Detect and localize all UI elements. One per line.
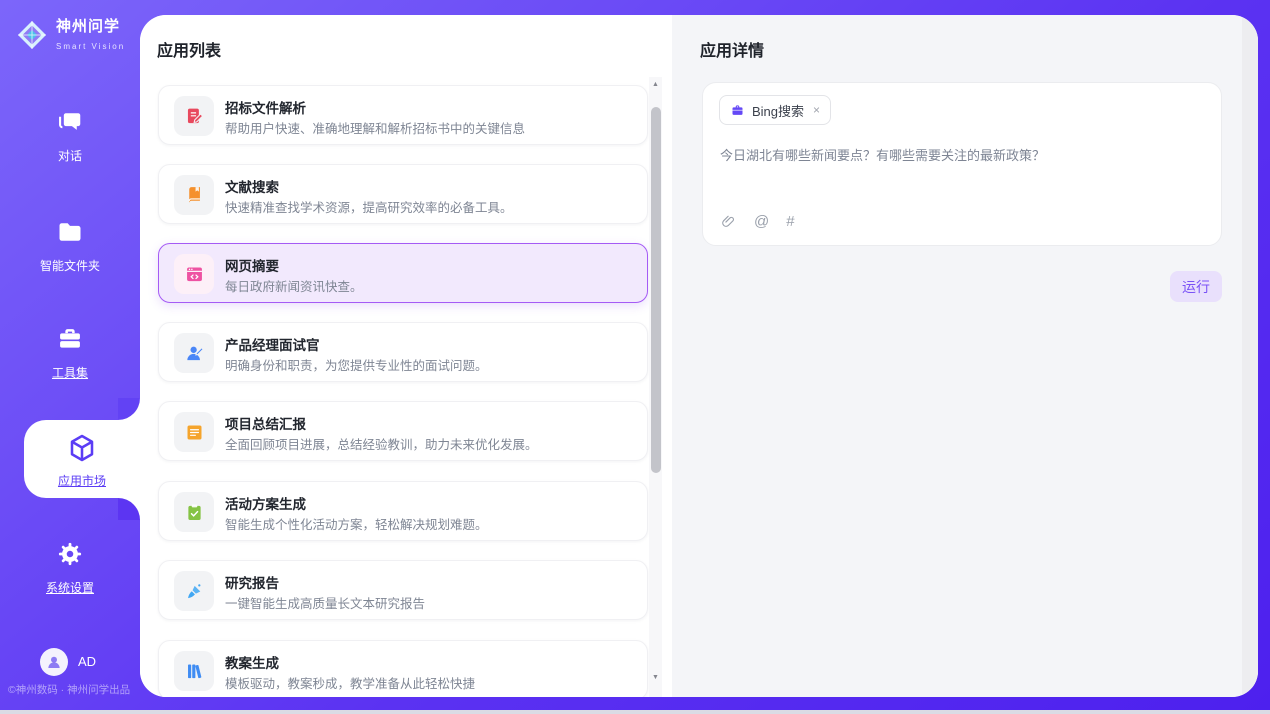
app-card-title: 招标文件解析 (225, 97, 306, 117)
research-pen-icon (174, 571, 214, 611)
app-card-desc: 全面回顾项目进展，总结经验教训，助力未来优化发展。 (225, 434, 538, 453)
app-card-title: 文献搜索 (225, 176, 279, 196)
details-scrollbar-track[interactable] (1242, 15, 1258, 697)
app-list-scrollbar[interactable]: ▲ ▼ (649, 77, 662, 697)
app-details-panel: 应用详情 Bing搜索 × 今日湖北有哪些新闻要点？有哪些需要关注的最新政策？ (672, 15, 1258, 697)
sidebar-item-settings[interactable]: 系统设置 (0, 540, 140, 596)
toolbox-icon (56, 325, 84, 353)
paperclip-icon[interactable] (720, 213, 737, 230)
user-initials: AD (78, 654, 96, 669)
app-list-panel: 应用列表 招标文件解析 帮助用户快速、准确地理解和解析招标书中的关键信息 (140, 15, 672, 697)
app-card-lesson-plan[interactable]: 教案生成 模板驱动，教案秒成，教学准备从此轻松快捷 (158, 640, 648, 697)
run-button[interactable]: 运行 (1170, 271, 1222, 302)
tool-tag-bing-search[interactable]: Bing搜索 × (719, 95, 831, 125)
app-card-event-plan[interactable]: 活动方案生成 智能生成个性化活动方案，轻松解决规划难题。 (158, 481, 648, 541)
app-card-web-summary[interactable]: 网页摘要 每日政府新闻资讯快查。 (158, 243, 648, 303)
app-list-title: 应用列表 (157, 37, 221, 61)
page-bottom-edge (0, 710, 1270, 714)
app-card-desc: 明确身份和职责，为您提供专业性的面试问题。 (225, 355, 488, 374)
tab-fillet-bottom (118, 498, 140, 520)
books-icon (174, 651, 214, 691)
app-details-title: 应用详情 (700, 37, 764, 61)
tag-close-icon[interactable]: × (811, 103, 820, 117)
tab-fillet-top (118, 398, 140, 420)
interviewer-icon (174, 333, 214, 373)
briefcase-icon (730, 103, 745, 118)
gem-logo-icon (16, 19, 48, 51)
sidebar-item-chat[interactable]: 对话 (0, 108, 140, 164)
app-card-title: 项目总结汇报 (225, 413, 306, 433)
sidebar-item-label: 应用市场 (24, 472, 140, 489)
sidebar-item-toolset[interactable]: 工具集 (0, 325, 140, 381)
folder-icon (56, 218, 84, 246)
app-card-title: 研究报告 (225, 572, 279, 592)
app-card-desc: 每日政府新闻资讯快查。 (225, 276, 363, 295)
attachment-toolbar: @ # (720, 213, 795, 230)
scroll-up-icon[interactable]: ▲ (649, 81, 662, 88)
doc-edit-icon (174, 96, 214, 136)
app-card-desc: 智能生成个性化活动方案，轻松解决规划难题。 (225, 514, 488, 533)
sidebar-item-app-market[interactable]: 应用市场 (24, 420, 140, 498)
app-card-pm-interviewer[interactable]: 产品经理面试官 明确身份和职责，为您提供专业性的面试问题。 (158, 322, 648, 382)
app-card-title: 教案生成 (225, 652, 279, 672)
app-card-desc: 模板驱动，教案秒成，教学准备从此轻松快捷 (225, 673, 475, 692)
summary-note-icon (174, 412, 214, 452)
avatar (40, 648, 68, 676)
chat-icon (56, 108, 84, 136)
tool-tag-label: Bing搜索 (752, 101, 804, 120)
app-card-literature-search[interactable]: 文献搜索 快速精准查找学术资源，提高研究效率的必备工具。 (158, 164, 648, 224)
sidebar-item-label: 智能文件夹 (0, 257, 140, 274)
book-icon (174, 175, 214, 215)
app-card-desc: 快速精准查找学术资源，提高研究效率的必备工具。 (225, 197, 513, 216)
brand-subtitle: Smart Vision (56, 42, 125, 51)
app-card-title: 产品经理面试官 (225, 334, 320, 354)
sidebar: 神州问学 Smart Vision 对话 智能文件夹 (0, 0, 140, 714)
mention-icon[interactable]: @ (754, 213, 769, 230)
prompt-card: Bing搜索 × 今日湖北有哪些新闻要点？有哪些需要关注的最新政策？ @ # (702, 82, 1222, 246)
user-profile[interactable]: AD (0, 646, 140, 680)
app-card-project-summary[interactable]: 项目总结汇报 全面回顾项目进展，总结经验教训，助力未来优化发展。 (158, 401, 648, 461)
prompt-input[interactable]: 今日湖北有哪些新闻要点？有哪些需要关注的最新政策？ (720, 145, 1200, 164)
app-window: 神州问学 Smart Vision 对话 智能文件夹 (0, 0, 1270, 714)
cube-icon (66, 432, 98, 464)
app-card-desc: 帮助用户快速、准确地理解和解析招标书中的关键信息 (225, 118, 525, 137)
app-card-research-report[interactable]: 研究报告 一键智能生成高质量长文本研究报告 (158, 560, 648, 620)
sidebar-item-smart-folder[interactable]: 智能文件夹 (0, 218, 140, 274)
hash-icon[interactable]: # (786, 213, 794, 230)
app-card-title: 网页摘要 (225, 255, 279, 275)
sidebar-item-label: 系统设置 (0, 579, 140, 596)
copyright-text: ©神州数码 · 神州问学出品 (8, 682, 130, 697)
sidebar-item-label: 工具集 (0, 364, 140, 381)
scroll-down-icon[interactable]: ▼ (649, 674, 662, 681)
brand-name: 神州问学 (56, 18, 120, 35)
web-page-icon (174, 254, 214, 294)
brand-logo: 神州问学 Smart Vision (16, 15, 140, 54)
sidebar-item-label: 对话 (0, 147, 140, 164)
main-content: 应用列表 招标文件解析 帮助用户快速、准确地理解和解析招标书中的关键信息 (140, 15, 1258, 697)
scrollbar-thumb[interactable] (651, 107, 661, 473)
app-card-desc: 一键智能生成高质量长文本研究报告 (225, 593, 425, 612)
app-card-bid-document-parse[interactable]: 招标文件解析 帮助用户快速、准确地理解和解析招标书中的关键信息 (158, 85, 648, 145)
clipboard-check-icon (174, 492, 214, 532)
app-card-title: 活动方案生成 (225, 493, 306, 513)
gear-icon (56, 540, 84, 568)
